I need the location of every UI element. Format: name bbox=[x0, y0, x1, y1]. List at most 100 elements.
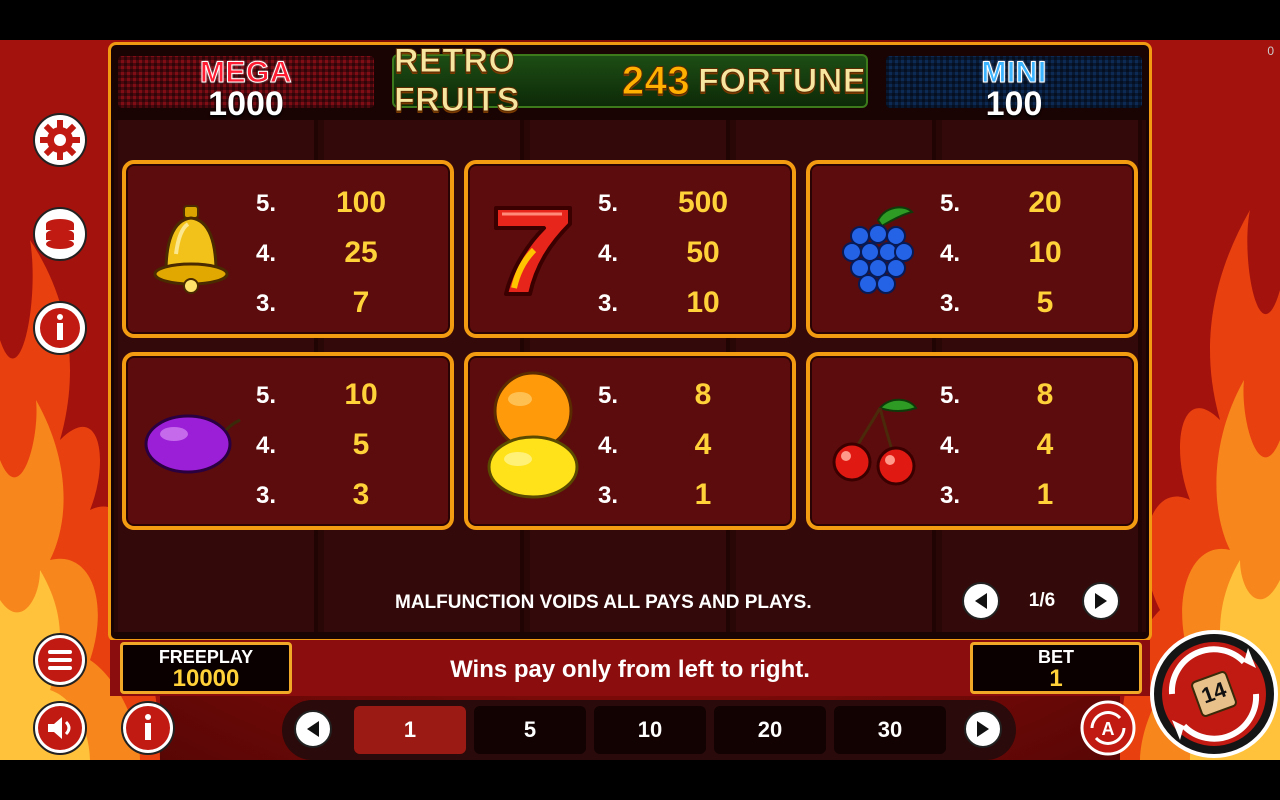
payout-value: 10 bbox=[686, 286, 720, 319]
svg-text:A: A bbox=[1102, 719, 1115, 739]
pay-row: 3. 1 bbox=[598, 474, 788, 514]
bet-option-10[interactable]: 10 bbox=[594, 706, 706, 754]
triangle-right-icon bbox=[977, 721, 989, 737]
grapes-icon bbox=[842, 206, 914, 294]
symbol-count: 4. bbox=[940, 240, 961, 267]
payout-value: 4 bbox=[694, 428, 712, 461]
paytable-card-seven: 5. 500 4. 50 3. 10 bbox=[464, 160, 796, 338]
bet-option-30[interactable]: 30 bbox=[834, 706, 946, 754]
symbol-count: 3. bbox=[940, 290, 961, 317]
triangle-left-icon bbox=[307, 721, 319, 737]
bet-option-20[interactable]: 20 bbox=[714, 706, 826, 754]
settings-button[interactable] bbox=[32, 112, 88, 168]
paytable-card-grapes: 5. 20 4. 10 3. 5 bbox=[806, 160, 1138, 338]
hamburger-icon bbox=[33, 633, 87, 687]
autoplay-button[interactable]: A bbox=[1080, 700, 1136, 756]
pay-row: 3. 1 bbox=[940, 474, 1130, 514]
freeplay-box: FREEPLAY 10000 bbox=[120, 642, 292, 694]
game-logo: RETRO FRUITS 243 FORTUNE bbox=[392, 42, 868, 120]
info-icon bbox=[33, 301, 87, 355]
paytable-card-bell: 5. 100 4. 25 3. 7 bbox=[122, 160, 454, 338]
info-icon bbox=[121, 701, 175, 755]
sound-button[interactable] bbox=[32, 700, 88, 756]
pay-row: 4. 4 bbox=[598, 424, 788, 464]
mega-jackpot-value: 1000 bbox=[208, 85, 284, 123]
info-side-button[interactable] bbox=[32, 300, 88, 356]
orange-lemon-icon bbox=[487, 371, 579, 499]
bet-option-5[interactable]: 5 bbox=[474, 706, 586, 754]
symbol-count: 4. bbox=[256, 432, 277, 459]
bet-option-1[interactable]: 1 bbox=[354, 706, 466, 754]
payout-value: 1 bbox=[1036, 478, 1054, 511]
info-bottom-button[interactable] bbox=[120, 700, 176, 756]
logo-text-1: RETRO FRUITS bbox=[394, 42, 520, 120]
mini-jackpot: MINI 100 bbox=[886, 56, 1142, 122]
history-coins-button[interactable] bbox=[32, 206, 88, 262]
bet-label: BET bbox=[1038, 647, 1074, 667]
paytable-card-cherries: 5. 8 4. 4 3. 1 bbox=[806, 352, 1138, 530]
pay-row: 3. 5 bbox=[940, 282, 1130, 322]
pay-row: 4. 4 bbox=[940, 424, 1130, 464]
symbol-count: 3. bbox=[256, 482, 277, 509]
symbol-count: 4. bbox=[256, 240, 277, 267]
mega-jackpot: MEGA 1000 bbox=[118, 56, 374, 122]
bell-icon bbox=[153, 205, 229, 294]
symbol-count: 5. bbox=[256, 190, 277, 217]
paytable-pager: 1/6 bbox=[962, 582, 1122, 620]
payout-value: 20 bbox=[1028, 186, 1062, 219]
pay-row: 4. 50 bbox=[598, 232, 788, 272]
symbol-count: 3. bbox=[598, 482, 619, 509]
bet-next-button[interactable] bbox=[964, 710, 1002, 748]
next-page-button[interactable] bbox=[1082, 582, 1120, 620]
pay-row: 5. 10 bbox=[256, 374, 446, 414]
payout-value: 500 bbox=[677, 186, 729, 219]
symbol-count: 4. bbox=[598, 432, 619, 459]
cherries-icon bbox=[832, 398, 918, 486]
gear-icon bbox=[33, 113, 87, 167]
symbol-count: 5. bbox=[940, 190, 961, 217]
symbol-count: 4. bbox=[940, 432, 961, 459]
pay-row: 3. 3 bbox=[256, 474, 446, 514]
bet-box: BET 1 bbox=[970, 642, 1142, 694]
menu-button[interactable] bbox=[32, 632, 88, 688]
triangle-right-icon bbox=[1095, 593, 1107, 609]
payout-value: 8 bbox=[694, 378, 712, 411]
pay-row: 3. 7 bbox=[256, 282, 446, 322]
pay-row: 5. 20 bbox=[940, 182, 1130, 222]
mini-jackpot-value: 100 bbox=[985, 85, 1043, 123]
triangle-left-icon bbox=[975, 593, 987, 609]
pay-row: 4. 10 bbox=[940, 232, 1130, 272]
status-message: Wins pay only from left to right. bbox=[450, 656, 810, 683]
payout-value: 50 bbox=[686, 236, 720, 269]
prev-page-button[interactable] bbox=[962, 582, 1000, 620]
symbol-count: 3. bbox=[940, 482, 961, 509]
symbol-count: 5. bbox=[256, 382, 277, 409]
payout-value: 10 bbox=[1028, 236, 1062, 269]
symbol-count: 5. bbox=[940, 382, 961, 409]
spin-button[interactable]: 14 bbox=[1148, 628, 1280, 760]
payout-value: 8 bbox=[1036, 378, 1054, 411]
payout-value: 100 bbox=[335, 186, 387, 219]
payout-value: 10 bbox=[344, 378, 378, 411]
autoplay-icon: A bbox=[1080, 700, 1136, 756]
symbol-count: 5. bbox=[598, 382, 619, 409]
pay-row: 5. 8 bbox=[940, 374, 1130, 414]
freeplay-value: 10000 bbox=[172, 665, 240, 692]
bet-prev-button[interactable] bbox=[294, 710, 332, 748]
paytable-card-orange-lemon: 5. 8 4. 4 3. 1 bbox=[464, 352, 796, 530]
logo-text-2: FORTUNE bbox=[698, 61, 866, 100]
page-indicator: 1/6 bbox=[1028, 590, 1056, 611]
plum-icon bbox=[144, 414, 241, 474]
freeplay-label: FREEPLAY bbox=[158, 647, 254, 667]
payout-value: 1 bbox=[694, 478, 712, 511]
symbol-count: 3. bbox=[598, 290, 619, 317]
logo-number: 243 bbox=[621, 58, 691, 103]
pay-row: 4. 25 bbox=[256, 232, 446, 272]
disclaimer-text: MALFUNCTION VOIDS ALL PAYS AND PLAYS. bbox=[395, 592, 812, 613]
pay-row: 5. 8 bbox=[598, 374, 788, 414]
speaker-icon bbox=[33, 701, 87, 755]
payout-value: 25 bbox=[344, 236, 378, 269]
symbol-count: 5. bbox=[598, 190, 619, 217]
pay-row: 5. 100 bbox=[256, 182, 446, 222]
payout-value: 5 bbox=[352, 428, 370, 461]
